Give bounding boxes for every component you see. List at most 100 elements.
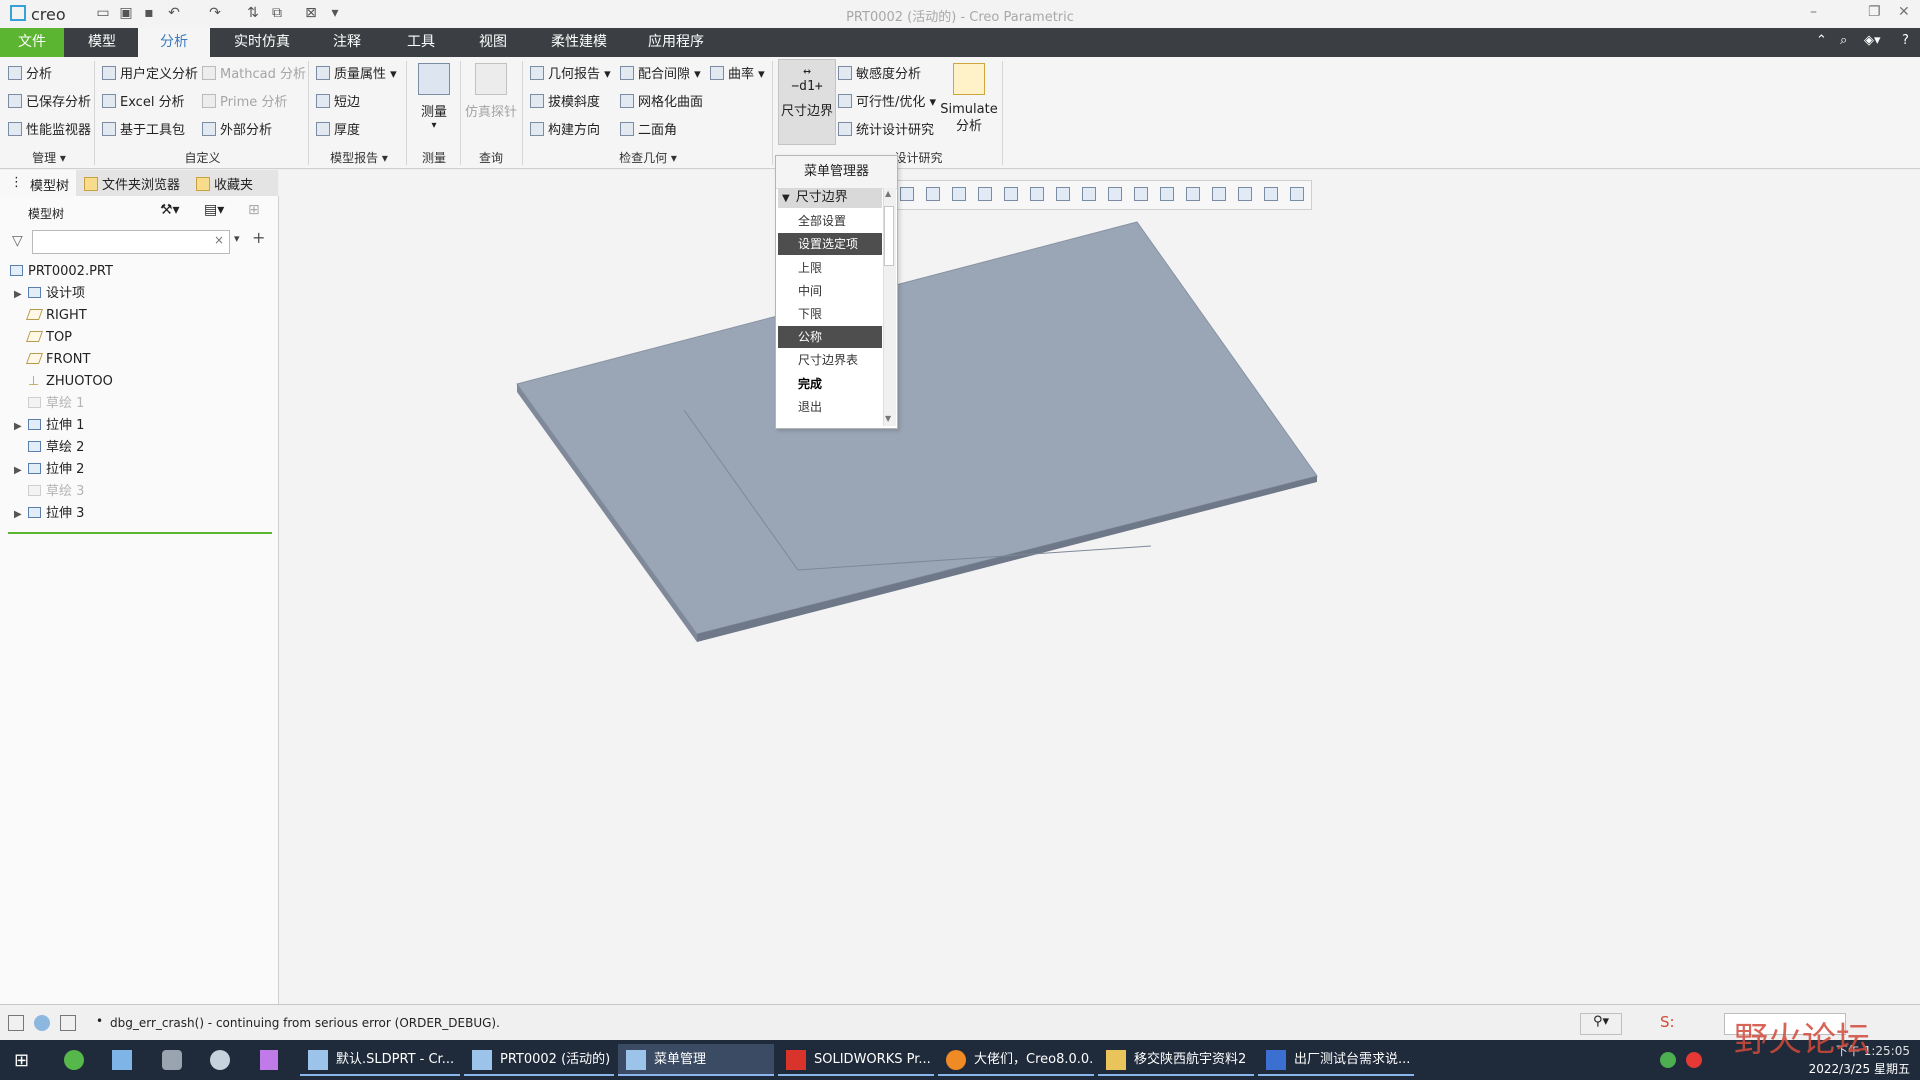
tab-applications[interactable]: 应用程序 (636, 28, 716, 57)
tab-flexible-modeling[interactable]: 柔性建模 (538, 28, 620, 57)
tree-node[interactable]: 草绘 3 (28, 482, 84, 502)
tab-annotate[interactable]: 注释 (318, 28, 376, 57)
simulation-probe-button[interactable]: 仿真探针 (464, 63, 518, 120)
maximize-button[interactable]: ❐ (1868, 4, 1881, 20)
tree-node[interactable]: ▶ 设计项 (14, 284, 85, 304)
tree-node[interactable]: PRT0002.PRT (10, 262, 113, 282)
tree-node[interactable]: ▶ 拉伸 3 (14, 504, 84, 524)
saved-orientations-icon[interactable] (1056, 187, 1070, 201)
user-defined-analysis-button[interactable]: 用户定义分析 (102, 63, 198, 82)
tray-network-icon[interactable] (1660, 1052, 1676, 1068)
build-direction-button[interactable]: 构建方向 (530, 119, 600, 138)
search-input[interactable]: × (32, 230, 230, 254)
close-button[interactable]: ✕ (1898, 4, 1910, 20)
taskbar-app-solidworks-part[interactable]: 默认.SLDPRT - Cr... (300, 1044, 460, 1076)
csys-display-icon[interactable] (1212, 187, 1226, 201)
dimension-boundary-button[interactable]: ↔ −d1+ 尺寸边界 (778, 59, 836, 145)
insert-here-marker[interactable] (8, 532, 272, 534)
scroll-down-icon[interactable]: ▼ (885, 414, 891, 423)
learning-icon[interactable]: ◈▾ (1864, 33, 1881, 48)
clear-icon[interactable]: × (214, 233, 224, 247)
show-icon[interactable]: ▤▾ (204, 202, 224, 218)
cube-pin-icon[interactable] (260, 1050, 278, 1070)
feasibility-optimization-button[interactable]: 可行性/优化 ▾ (838, 91, 936, 110)
annotation-display-icon[interactable] (1160, 187, 1174, 201)
tab-favorites[interactable]: 收藏夹 (196, 174, 253, 193)
windows-start-icon[interactable]: ⊞ (14, 1050, 29, 1071)
taskbar-app-menu-manager[interactable]: 菜单管理 (618, 1044, 774, 1076)
repaint-icon[interactable] (978, 187, 992, 201)
tree-node[interactable]: ⊥ ZHUOTOO (28, 372, 113, 392)
tab-live-simulation[interactable]: 实时仿真 (222, 28, 302, 57)
perspective-icon[interactable] (1082, 187, 1096, 201)
tree-node[interactable]: 草绘 1 (28, 394, 84, 414)
browser-icon[interactable] (34, 1015, 50, 1031)
help-icon[interactable]: ? (1902, 33, 1909, 48)
menu-item-middle[interactable]: 中间 (778, 280, 882, 302)
tree-node[interactable]: 草绘 2 (28, 438, 84, 458)
sogou-ime-icon[interactable]: S: (1660, 1013, 1675, 1031)
tree-node[interactable]: FRONT (25, 350, 90, 370)
group-manage-label[interactable]: 管理 ▾ (10, 149, 88, 166)
menu-item-set-all[interactable]: 全部设置 (778, 210, 882, 232)
toolkit-analysis-button[interactable]: 基于工具包 (102, 119, 185, 138)
menu-item-nominal[interactable]: 公称 (778, 326, 882, 348)
menu-item-dim-boundary-table[interactable]: 尺寸边界表 (778, 349, 882, 371)
tab-model-tree[interactable]: ⋮ 模型树 (0, 170, 76, 196)
taskbar-app-forum-post[interactable]: 大佬们，Creo8.0.0... (938, 1044, 1094, 1076)
render-icon[interactable] (1238, 187, 1252, 201)
tree-node[interactable]: TOP (25, 328, 72, 348)
performance-monitor-button[interactable]: 性能监视器 (8, 119, 91, 138)
statistical-design-study-button[interactable]: 统计设计研究 (838, 119, 934, 138)
mathcad-analysis-button[interactable]: Mathcad 分析 (202, 63, 306, 82)
regen-graphics-icon[interactable] (1290, 187, 1304, 201)
search-dropdown-icon[interactable]: ▾ (234, 232, 240, 245)
spin-center-icon[interactable] (1186, 187, 1200, 201)
collapse-ribbon-icon[interactable]: ⌃ (1816, 33, 1827, 48)
simulate-analysis-button[interactable]: Simulate 分析 (940, 63, 998, 135)
menu-header-dim-boundary[interactable]: ▼ 尺寸边界 (778, 188, 882, 208)
tab-analysis[interactable]: 分析 (138, 28, 210, 57)
group-model-report-label[interactable]: 模型报告 ▾ (314, 149, 404, 166)
search-icon[interactable]: ⌕ (1840, 33, 1847, 48)
sensitivity-analysis-button[interactable]: 敏感度分析 (838, 63, 921, 82)
settings-icon[interactable]: ⚒▾ (160, 202, 180, 218)
tray-security-icon[interactable] (1686, 1052, 1702, 1068)
taskbar-app-solidworks[interactable]: SOLIDWORKS Pr... (778, 1044, 934, 1076)
tab-file[interactable]: 文件 (0, 28, 64, 57)
menu-item-upper[interactable]: 上限 (778, 257, 882, 279)
menu-item-quit[interactable]: 退出 (778, 396, 882, 418)
browser-pin-icon[interactable] (64, 1050, 84, 1070)
refit-icon[interactable] (900, 187, 914, 201)
curvature-button[interactable]: 曲率 ▾ (710, 63, 765, 82)
saved-analysis-button[interactable]: 已保存分析 (8, 91, 91, 110)
taskbar-app-folder[interactable]: 移交陕西航宇资料2 (1098, 1044, 1254, 1076)
find-icon[interactable]: ⚲▾ (1580, 1013, 1622, 1035)
measure-button[interactable]: 测量 ▾ (412, 63, 456, 131)
filter-tree-icon[interactable]: ⊞ (248, 202, 260, 218)
datum-display-icon[interactable] (1134, 187, 1148, 201)
menu-item-set-selected[interactable]: 设置选定项 (778, 233, 882, 255)
display-style-icon[interactable] (1004, 187, 1018, 201)
menu-item-done[interactable]: 完成 (778, 373, 882, 395)
tab-view[interactable]: 视图 (464, 28, 522, 57)
mass-properties-button[interactable]: 质量属性 ▾ (316, 63, 397, 82)
settings-pin-icon[interactable] (162, 1050, 182, 1070)
dihedral-angle-button[interactable]: 二面角 (620, 119, 677, 138)
tab-model[interactable]: 模型 (68, 28, 136, 57)
graphics-window[interactable] (279, 170, 1920, 1004)
prime-analysis-button[interactable]: Prime 分析 (202, 91, 287, 110)
external-analysis-button[interactable]: 外部分析 (202, 119, 272, 138)
zoom-in-icon[interactable] (926, 187, 940, 201)
tree-node[interactable]: RIGHT (25, 306, 87, 326)
tree-node[interactable]: ▶ 拉伸 2 (14, 460, 84, 480)
thickness-button[interactable]: 厚度 (316, 119, 360, 138)
mating-clearance-button[interactable]: 配合间隙 ▾ (620, 63, 701, 82)
add-filter-icon[interactable]: + (252, 228, 265, 247)
taskbar-app-creo-part[interactable]: PRT0002 (活动的) ... (464, 1044, 614, 1076)
tab-tools[interactable]: 工具 (392, 28, 450, 57)
mesh-surface-button[interactable]: 网格化曲面 (620, 91, 703, 110)
toggle-navigator-icon[interactable] (8, 1015, 24, 1031)
geometry-report-button[interactable]: 几何报告 ▾ (530, 63, 611, 82)
scroll-up-icon[interactable]: ▲ (885, 189, 891, 198)
